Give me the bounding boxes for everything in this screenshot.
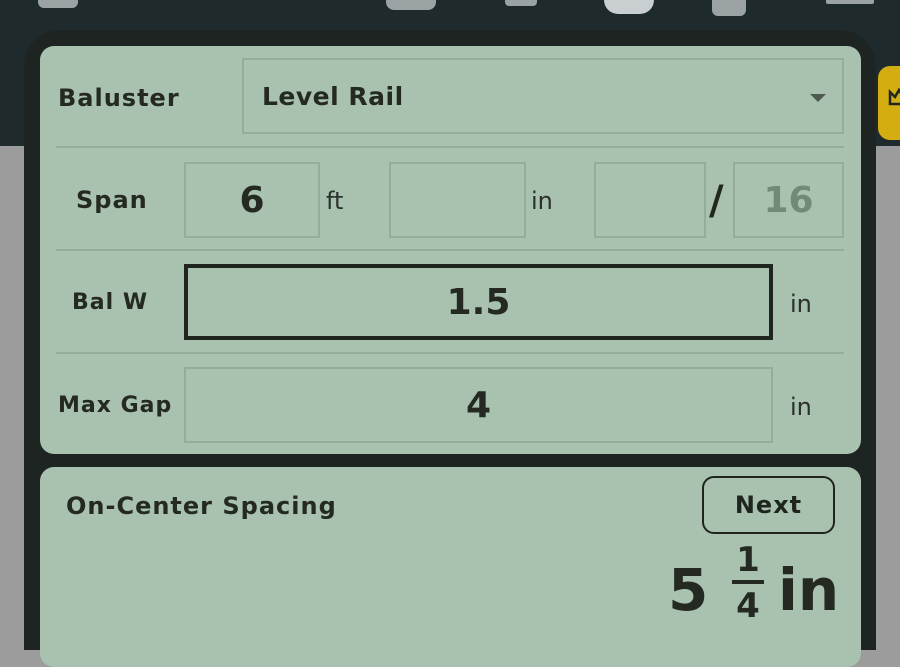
baluster-select-value: Level Rail [262, 81, 404, 111]
span-fraction-numerator-input[interactable] [594, 162, 706, 238]
result-whole: 5 [668, 556, 709, 624]
on-center-spacing-value: 5 1 4 in [668, 536, 848, 636]
max-gap-unit: in [790, 393, 812, 421]
chevron-down-icon [810, 94, 826, 102]
span-feet-unit: ft [326, 187, 344, 215]
span-fraction-denominator-input[interactable]: 16 [733, 162, 844, 238]
span-feet-input[interactable]: 6 [184, 162, 320, 238]
baluster-label: Baluster [58, 84, 180, 112]
span-inches-input[interactable] [389, 162, 526, 238]
tools-icon[interactable] [505, 0, 537, 6]
baluster-select[interactable]: Level Rail [242, 58, 844, 134]
menu-icon[interactable] [38, 0, 78, 8]
max-gap-input[interactable]: 4 [184, 367, 773, 443]
result-numerator: 1 [736, 540, 760, 580]
row-divider [56, 146, 844, 148]
profile-icon[interactable] [604, 0, 654, 14]
span-inches-unit: in [531, 187, 553, 215]
row-divider [56, 249, 844, 251]
span-label: Span [76, 186, 148, 214]
baluster-width-input[interactable]: 1.5 [184, 264, 773, 340]
copy-icon[interactable] [712, 0, 746, 16]
more-icon[interactable] [826, 0, 874, 4]
result-unit: in [778, 556, 840, 624]
crown-icon [888, 87, 900, 106]
fraction-separator: / [709, 178, 724, 224]
fraction-bar [732, 580, 764, 584]
baluster-width-label: Bal W [72, 290, 149, 315]
max-gap-label: Max Gap [58, 393, 173, 418]
result-title: On-Center Spacing [66, 492, 337, 520]
calculator-icon[interactable] [386, 0, 436, 10]
baluster-width-unit: in [790, 290, 812, 318]
crown-badge[interactable] [878, 66, 900, 140]
next-button[interactable]: Next [702, 476, 835, 534]
result-denominator: 4 [736, 586, 760, 626]
row-divider [56, 352, 844, 354]
